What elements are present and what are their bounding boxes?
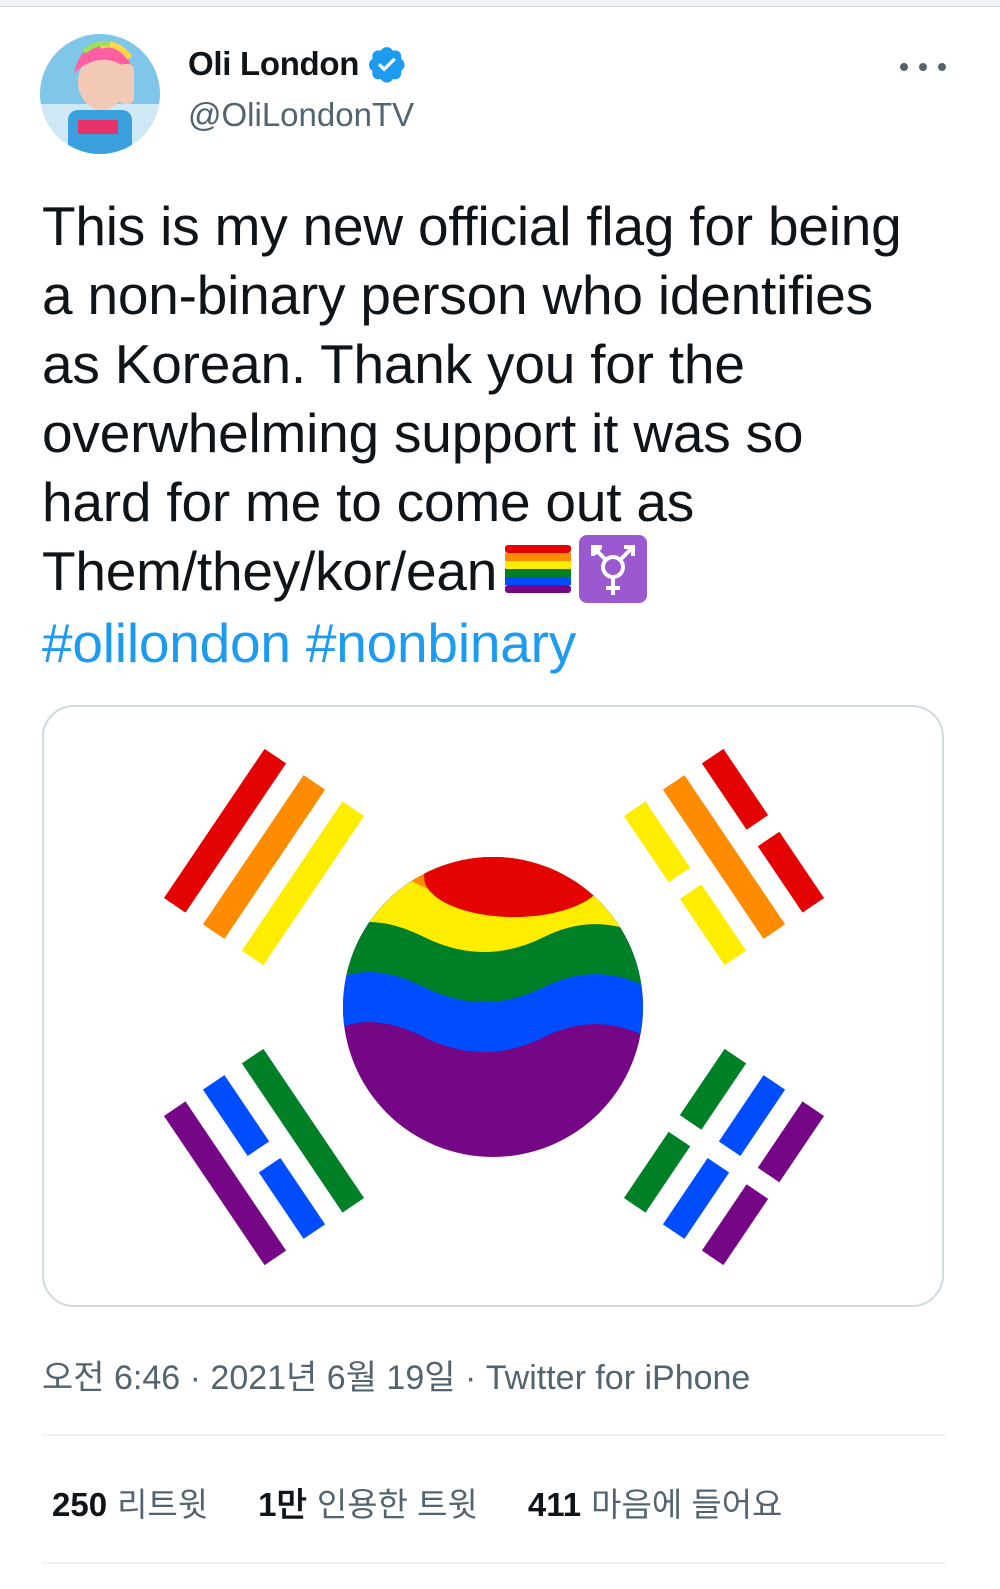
trigram-bottom-right bbox=[623, 1048, 825, 1266]
tweet-line: as Korean. Thank you for the bbox=[42, 333, 745, 395]
tweet-line: This is my new official flag for being bbox=[42, 195, 902, 257]
rainbow-taegukgi-image bbox=[163, 748, 825, 1266]
avatar[interactable] bbox=[40, 34, 160, 154]
likes-stat[interactable]: 411 마음에 들어요 bbox=[528, 1478, 783, 1526]
divider bbox=[42, 1434, 946, 1436]
separator-dot: · bbox=[189, 1359, 201, 1397]
tweet-source[interactable]: Twitter for iPhone bbox=[486, 1359, 751, 1397]
likes-label: 마음에 들어요 bbox=[591, 1486, 783, 1523]
author-name-row[interactable]: Oli London bbox=[188, 44, 407, 84]
retweets-label: 리트윗 bbox=[117, 1486, 209, 1523]
retweets-count: 250 bbox=[52, 1486, 108, 1523]
more-dot bbox=[919, 63, 927, 71]
verified-badge-icon bbox=[369, 47, 405, 83]
trigram-top-left bbox=[163, 748, 365, 966]
tweet-line-with-emoji: Them/they/kor/ean bbox=[42, 535, 972, 609]
rainbow-taeguk-circle bbox=[343, 857, 643, 1157]
trigram-top-right bbox=[623, 748, 825, 966]
separator-dot: · bbox=[464, 1359, 477, 1397]
tweet-date[interactable]: 2021년 6월 19일 bbox=[210, 1359, 455, 1397]
tweet-line: a non-binary person who identifies bbox=[42, 264, 873, 326]
engagement-stats: 250 리트윗 1만 인용한 트윗 411 마음에 들어요 bbox=[52, 1478, 832, 1526]
author-handle[interactable]: @OliLondonTV bbox=[188, 96, 414, 134]
quote-tweets-count: 1만 bbox=[258, 1486, 307, 1523]
rainbow-flag-icon bbox=[505, 545, 572, 594]
quote-tweets-label: 인용한 트윗 bbox=[316, 1486, 478, 1523]
tweet-line: overwhelming support it was so bbox=[42, 402, 804, 464]
tweet-time[interactable]: 오전 6:46 bbox=[42, 1359, 180, 1397]
top-divider bbox=[0, 0, 1000, 7]
more-dot bbox=[938, 63, 946, 71]
quote-tweets-stat[interactable]: 1만 인용한 트윗 bbox=[258, 1478, 478, 1526]
divider bbox=[42, 1562, 946, 1564]
transgender-symbol-icon bbox=[579, 535, 648, 604]
hashtag-link[interactable]: #olilondon bbox=[42, 612, 291, 674]
tweet-media-image[interactable] bbox=[42, 705, 944, 1307]
tweet-text: This is my new official flag for being a… bbox=[42, 192, 972, 678]
author-name[interactable]: Oli London bbox=[188, 45, 359, 83]
likes-count: 411 bbox=[527, 1486, 582, 1523]
more-dot bbox=[900, 63, 908, 71]
retweets-stat[interactable]: 250 리트윗 bbox=[52, 1478, 208, 1526]
tweet-timestamp[interactable]: 오전 6:46 · 2021년 6월 19일 · Twitter for iPh… bbox=[42, 1350, 750, 1399]
avatar-image bbox=[40, 34, 160, 154]
tweet-line: hard for me to come out as bbox=[42, 471, 695, 533]
more-options-icon[interactable] bbox=[898, 50, 948, 84]
hashtag-link[interactable]: #nonbinary bbox=[306, 612, 576, 674]
hashtags-line: #olilondon #nonbinary bbox=[42, 609, 972, 678]
tweet-line: Them/they/kor/ean bbox=[42, 540, 498, 602]
trigram-bottom-left bbox=[163, 1048, 365, 1266]
